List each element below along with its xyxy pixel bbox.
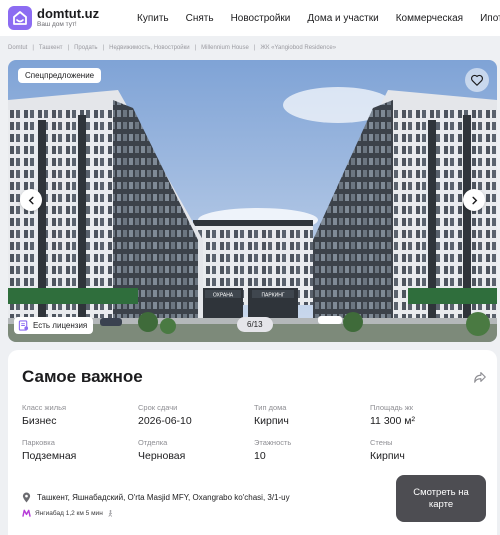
special-offer-badge: Спецпредложение: [18, 68, 102, 83]
logo-name: domtut.uz: [37, 6, 100, 21]
breadcrumb: Domtut | Ташкент | Продать | Недвижимость, …: [8, 42, 336, 54]
spec-parking: Парковка Подземная: [22, 438, 138, 463]
parking-sign: ПАРКИНГ: [261, 293, 284, 299]
breadcrumb-separator: |: [102, 45, 105, 51]
nav-commercial[interactable]: Коммерческая: [396, 13, 463, 24]
nav-houses-plots[interactable]: Дома и участки: [307, 13, 378, 24]
top-header: domtut.uz Ваш дом тут! Купить Снять Ново…: [0, 0, 500, 36]
breadcrumb-item[interactable]: Продать: [74, 45, 97, 51]
metro-icon: [22, 509, 31, 517]
guard-sign: ОХРАНА: [213, 293, 234, 299]
spec-label: Тип дома: [254, 403, 287, 412]
metro-distance: 1,2 км: [65, 510, 84, 517]
spec-value: Черновая: [138, 450, 186, 462]
spec-value: Бизнес: [22, 415, 57, 427]
breadcrumb-item[interactable]: Недвижимость, Новостройки: [109, 45, 190, 51]
section-title: Самое важное: [22, 367, 143, 386]
address-text: Ташкент, Яшнабадский, O'rta Masjid MFY, …: [37, 493, 290, 502]
logo-house-icon: [8, 6, 32, 30]
spec-completion-date: Срок сдачи 2026-06-10: [138, 403, 254, 428]
breadcrumb-separator: |: [32, 45, 34, 51]
photo-gallery[interactable]: ОХРАНА ПАРКИНГ Спецпредложение Есть лице…: [8, 60, 497, 342]
spec-walls: Стены Кирпич: [370, 438, 482, 463]
spec-label: Отделка: [138, 438, 168, 447]
spec-housing-class: Класс жилья Бизнес: [22, 403, 138, 428]
spec-label: Стены: [370, 438, 393, 447]
spec-building-type: Тип дома Кирпич: [254, 403, 370, 428]
spec-label: Класс жилья: [22, 403, 67, 412]
spec-value: Подземная: [22, 450, 77, 462]
breadcrumb-separator: |: [67, 45, 70, 51]
breadcrumb-item[interactable]: Domtut: [8, 45, 27, 51]
metro-time: 5 мин: [85, 510, 103, 517]
metro-row: Янгиабад 1,2 км 5 мин: [22, 509, 114, 518]
main-nav: Купить Снять Новостройки Дома и участки …: [137, 0, 500, 36]
spec-label: Площадь жк: [370, 403, 414, 412]
specs-grid: Класс жилья Бизнес Срок сдачи 2026-06-10 Т…: [22, 403, 482, 463]
address-row: Ташкент, Яшнабадский, O'rta Masjid MFY, …: [22, 492, 290, 503]
spec-value: Кирпич: [254, 415, 289, 427]
spec-label: Этажность: [254, 438, 292, 447]
gallery-prev-button[interactable]: [20, 189, 42, 211]
gallery-next-button[interactable]: [463, 189, 485, 211]
spec-floors: Этажность 10: [254, 438, 370, 463]
spec-finishing: Отделка Черновая: [138, 438, 254, 463]
nav-rent[interactable]: Снять: [186, 13, 214, 24]
breadcrumb-item[interactable]: Ташкент: [39, 45, 63, 51]
location-pin-icon: [22, 492, 31, 503]
walking-icon: [108, 510, 112, 517]
spec-complex-area: Площадь жк 11 300 м²: [370, 403, 482, 428]
logo[interactable]: domtut.uz Ваш дом тут!: [8, 6, 99, 30]
breadcrumb-separator: |: [194, 45, 197, 51]
metro-station: Янгиабад: [35, 510, 64, 517]
license-label: Есть лицензия: [33, 321, 88, 330]
chevron-left-icon: [28, 196, 34, 204]
nav-mortgage[interactable]: Ипотека: [480, 13, 500, 24]
certificate-icon: [18, 320, 29, 331]
breadcrumb-item-current: ЖК «Yangiobod Residence»: [260, 45, 337, 51]
spec-value: 10: [254, 450, 266, 462]
building-render-image: ОХРАНА ПАРКИНГ: [8, 60, 497, 342]
key-info-card: Самое важное Класс жилья Бизнес Срок сдач…: [8, 350, 497, 535]
breadcrumb-item[interactable]: Millennium House: [201, 45, 249, 51]
breadcrumb-separator: |: [253, 45, 256, 51]
license-badge[interactable]: Есть лицензия: [14, 317, 94, 334]
heart-icon: [471, 74, 483, 86]
favorite-button[interactable]: [465, 68, 489, 92]
spec-value: 11 300 м²: [370, 415, 415, 427]
chevron-right-icon: [471, 196, 477, 204]
share-icon: [474, 372, 486, 383]
spec-label: Срок сдачи: [138, 403, 178, 412]
photo-counter: 6/13: [237, 317, 273, 332]
view-on-map-button[interactable]: Смотреть на карте: [396, 475, 486, 522]
spec-value: Кирпич: [370, 450, 405, 462]
spec-label: Парковка: [22, 438, 55, 447]
share-button[interactable]: [473, 370, 487, 389]
nav-new-buildings[interactable]: Новостройки: [231, 13, 291, 24]
nav-buy[interactable]: Купить: [137, 13, 169, 24]
spec-value: 2026-06-10: [138, 415, 192, 427]
logo-tagline: Ваш дом тут!: [37, 21, 77, 28]
